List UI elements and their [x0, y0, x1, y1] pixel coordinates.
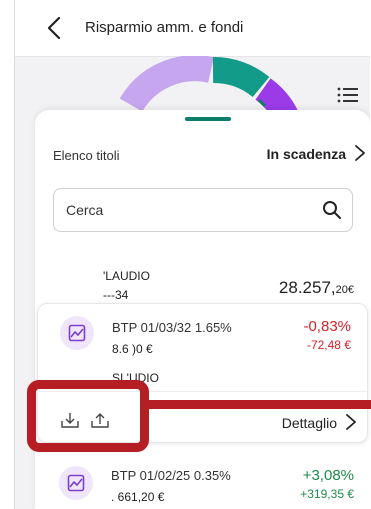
list-title: Elenco titoli — [53, 148, 120, 163]
search-placeholder: Cerca — [66, 202, 104, 218]
chevron-right-icon[interactable] — [352, 143, 368, 163]
account-number: ---34 — [103, 288, 129, 302]
allocation-gauge — [15, 56, 370, 116]
account-total: 28.257,20€ — [279, 278, 354, 298]
bond-name: BTP 01/02/25 0.35% — [111, 468, 231, 483]
bond-amount-change: -72,48 € — [306, 338, 351, 352]
bond-amount-change: +319,35 € — [300, 487, 354, 501]
chevron-right-icon[interactable] — [343, 412, 359, 432]
bond-percent-change: -0,83% — [303, 318, 351, 335]
bond-chart-icon — [60, 316, 94, 350]
account-total-main: 28.257, — [278, 278, 336, 297]
search-icon[interactable] — [322, 200, 342, 220]
sheet-drag-handle[interactable] — [185, 117, 231, 121]
account-total-cents: 20€ — [335, 284, 354, 296]
detail-button[interactable]: Dettaglio — [282, 415, 337, 431]
bond-value: . 661,20 € — [111, 490, 165, 504]
bond-percent-change: +3,08% — [302, 467, 354, 484]
search-input[interactable]: Cerca — [53, 188, 353, 232]
bond-value: 8.6 )0 € — [112, 342, 153, 356]
account-owner: 'LAUDIO — [103, 269, 150, 283]
sort-selector[interactable]: In scadenza — [267, 146, 346, 162]
page-title: Risparmio amm. e fondi — [85, 19, 244, 36]
gauge-arc — [119, 56, 299, 116]
bond-chart-icon — [59, 466, 93, 500]
annotation-highlight-box — [27, 380, 149, 452]
list-icon[interactable] — [337, 86, 359, 104]
top-bar: Risparmio amm. e fondi — [15, 0, 370, 57]
annotation-pointer-bar — [145, 400, 371, 409]
bond-name: BTP 01/03/32 1.65% — [112, 320, 232, 335]
back-chevron-icon[interactable] — [43, 14, 67, 42]
